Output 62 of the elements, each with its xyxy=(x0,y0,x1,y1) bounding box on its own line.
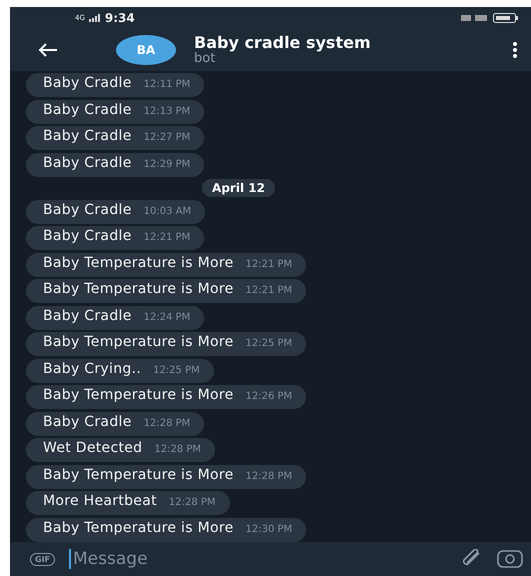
message-time: 12:27 PM xyxy=(144,132,190,143)
message-text: Baby Cradle xyxy=(43,102,132,118)
message-bubble[interactable]: Baby Temperature is More 12:28 PM xyxy=(26,464,306,488)
message-time: 12:11 PM xyxy=(144,79,190,90)
message-time: 12:21 PM xyxy=(245,285,292,296)
message-bubble[interactable]: Baby Cradle 12:27 PM xyxy=(26,126,204,150)
message-bubble[interactable]: Baby Cradle 12:13 PM xyxy=(26,100,204,124)
message-text: Wet Detected xyxy=(43,440,142,456)
message-bubble[interactable]: Baby Temperature is More 12:25 PM xyxy=(26,332,306,356)
message-time: 12:21 PM xyxy=(245,258,292,270)
message-text: Baby Cradle xyxy=(43,202,132,218)
message-text: Baby Crying.. xyxy=(43,360,142,376)
message-bubble[interactable]: Baby Cradle 10:03 AM xyxy=(26,200,206,224)
message-bubble[interactable]: Baby Temperature is More 12:26 PM xyxy=(26,385,306,409)
message-bubble[interactable]: Baby Temperature is More 12:30 PM xyxy=(26,518,306,542)
message-time: 12:28 PM xyxy=(154,444,202,455)
message-text: Baby Temperature is More xyxy=(43,254,234,270)
gif-button[interactable]: GIF xyxy=(30,552,56,566)
message-bubble[interactable]: Baby Cradle 12:21 PM xyxy=(26,226,204,250)
message-bubble[interactable]: Baby Cradle 12:28 PM xyxy=(26,412,204,436)
chat-title: Baby cradle system xyxy=(194,34,372,52)
message-time: 10:03 AM xyxy=(144,206,192,216)
signal-icon xyxy=(88,14,101,22)
message-time: 12:28 PM xyxy=(144,418,190,428)
message-text: Baby Temperature is More xyxy=(43,334,234,350)
date-chip: April 12 xyxy=(202,179,275,197)
message-text: Baby Temperature is More xyxy=(43,281,234,297)
message-time: 12:26 PM xyxy=(245,391,292,402)
more-menu-icon[interactable] xyxy=(513,42,517,58)
message-bubble[interactable]: Baby Cradle 12:11 PM xyxy=(26,73,204,97)
message-time: 12:25 PM xyxy=(153,364,200,376)
camera-icon[interactable] xyxy=(497,549,523,569)
message-time: 12:29 PM xyxy=(144,158,190,170)
message-text: Baby Cradle xyxy=(43,228,132,244)
message-time: 12:13 PM xyxy=(144,106,190,116)
message-text: Baby Cradle xyxy=(43,154,132,170)
message-time: 12:24 PM xyxy=(144,312,190,322)
message-bubble[interactable]: More Heartbeat 12:28 PM xyxy=(26,491,230,515)
clock: 9:34 xyxy=(104,11,135,25)
message-text: More Heartbeat xyxy=(43,493,157,509)
message-text: Baby Temperature is More xyxy=(43,387,234,403)
chat-subtitle: bot xyxy=(194,52,216,66)
back-arrow-icon[interactable] xyxy=(38,43,58,57)
message-time: 12:30 PM xyxy=(245,524,292,534)
message-bubble[interactable]: Baby Cradle 12:24 PM xyxy=(26,306,204,330)
message-time: 12:28 PM xyxy=(168,497,216,508)
message-time: 12:28 PM xyxy=(245,470,292,482)
message-text: Baby Temperature is More xyxy=(43,466,234,482)
message-time: 12:21 PM xyxy=(144,232,190,243)
message-bubble[interactable]: Baby Cradle 12:29 PM xyxy=(26,152,204,176)
battery-icon xyxy=(493,13,519,23)
message-text: Baby Temperature is More xyxy=(43,520,234,536)
message-text: Baby Cradle xyxy=(43,308,132,324)
message-bubble[interactable]: Baby Crying.. 12:25 PM xyxy=(26,358,214,382)
message-time: 12:25 PM xyxy=(245,338,292,349)
message-text: Baby Cradle xyxy=(43,414,132,430)
message-text: Baby Cradle xyxy=(43,128,132,144)
message-input[interactable]: Message xyxy=(69,549,447,569)
message-bubble[interactable]: Baby Temperature is More 12:21 PM xyxy=(26,252,306,276)
message-bubble[interactable]: Baby Temperature is More 12:21 PM xyxy=(26,279,306,303)
message-bubble[interactable]: Wet Detected 12:28 PM xyxy=(26,438,216,462)
message-text: Baby Cradle xyxy=(43,75,132,91)
